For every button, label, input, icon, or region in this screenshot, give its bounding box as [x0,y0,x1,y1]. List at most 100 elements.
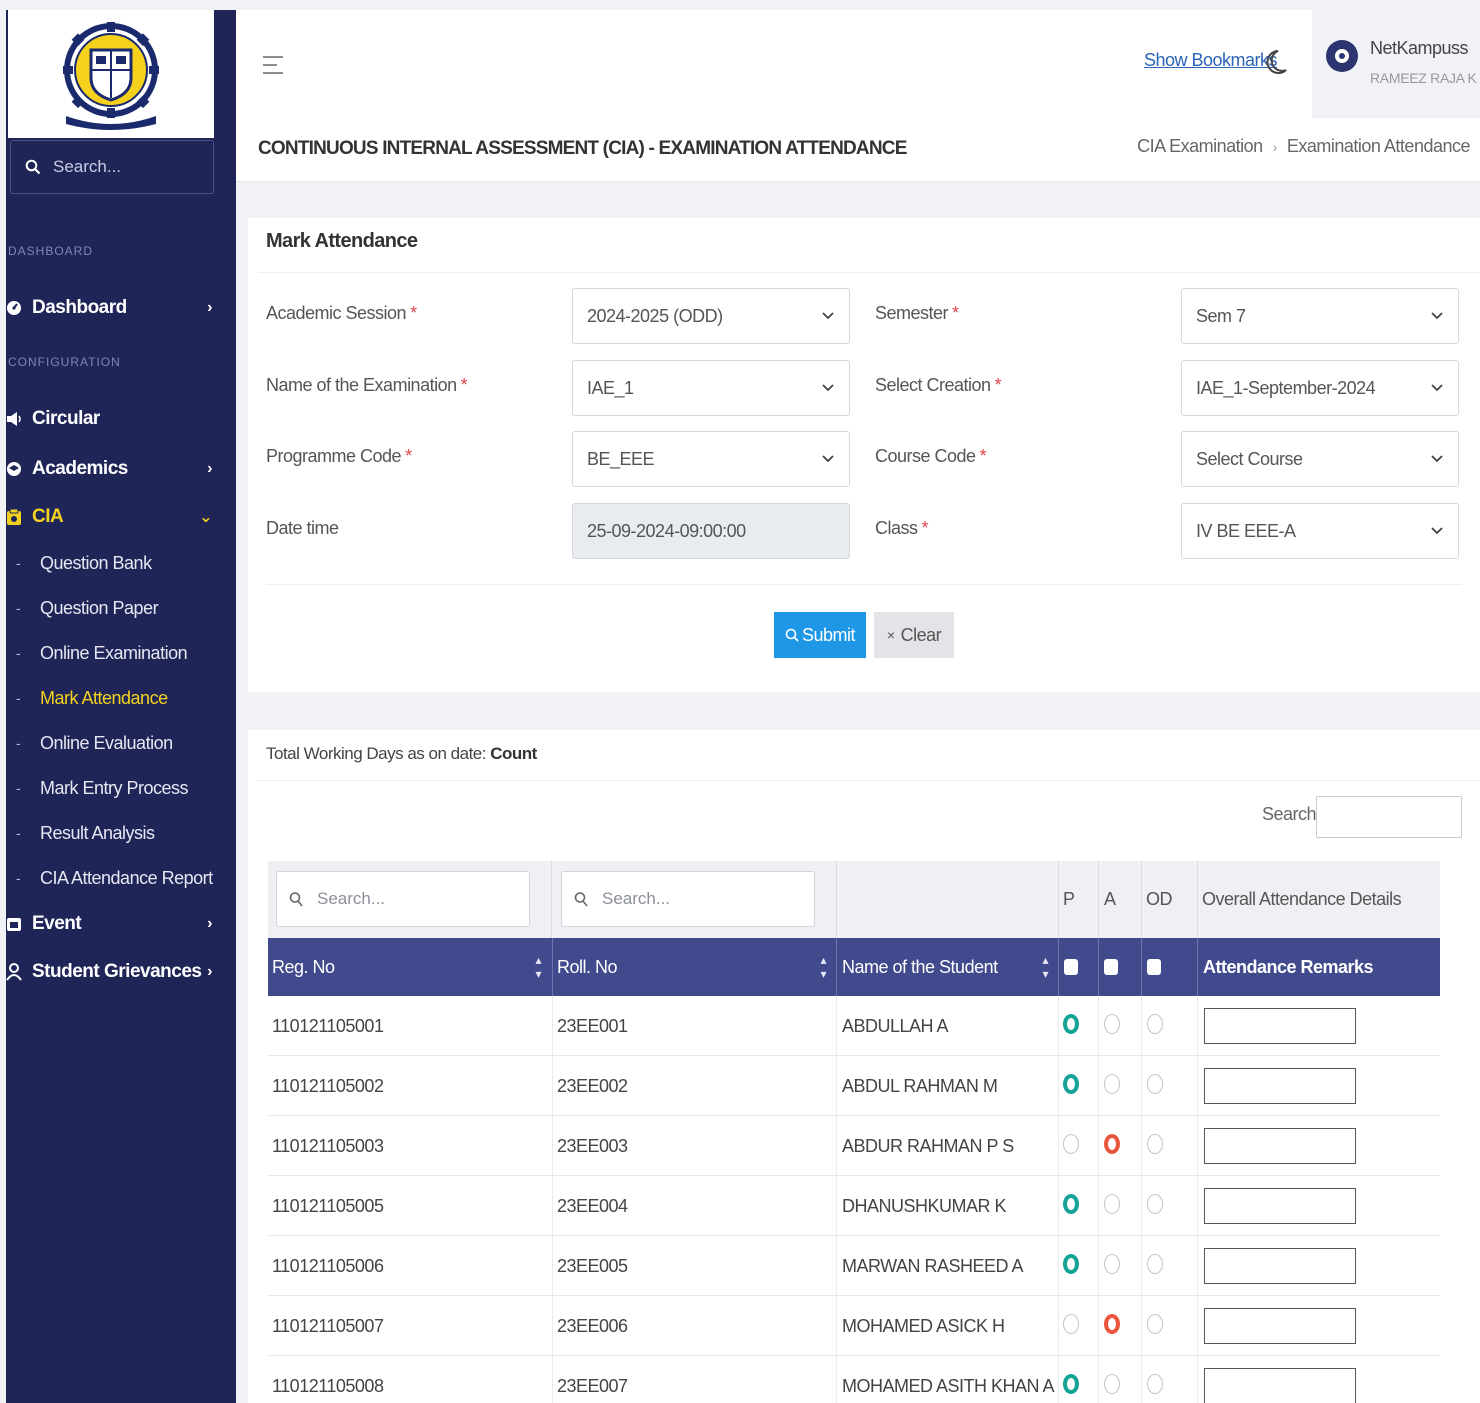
radio-a[interactable] [1104,1254,1120,1274]
od-select-all-checkbox[interactable] [1143,938,1197,996]
sidebar-item-dashboard[interactable]: Dashboard › [6,290,222,326]
roll-no-filter-input[interactable]: Search... [561,871,815,927]
sidebar-item-cia[interactable]: CIA ⌄ [6,499,222,535]
sidebar-subitem-question-bank[interactable]: - Question Bank [16,548,222,578]
name-column-header[interactable]: Name of the Student ▴ ▾ [838,938,1058,996]
radio-od[interactable] [1147,1314,1163,1334]
divider [1141,938,1142,996]
dark-mode-moon-icon[interactable] [1264,48,1288,81]
divider [836,938,837,996]
radio-od[interactable] [1147,1254,1163,1274]
card-title: Mark Attendance [266,230,418,252]
radio-od[interactable] [1147,1374,1163,1394]
radio-p[interactable] [1063,1374,1079,1394]
radio-p[interactable] [1063,1014,1079,1034]
sidebar-subitem-online-examination[interactable]: - Online Examination [16,638,222,668]
class-select[interactable]: IV BE EEE-A [1181,503,1459,559]
divider [552,1296,553,1356]
divider [836,1176,837,1236]
table-search-input[interactable] [1316,796,1462,838]
academic-session-select[interactable]: 2024-2025 (ODD) [572,288,850,344]
radio-a[interactable] [1104,1014,1120,1034]
radio-a[interactable] [1104,1074,1120,1094]
sidebar-subitem-question-paper[interactable]: - Question Paper [16,593,222,623]
attendance-remarks-input[interactable] [1204,1188,1356,1224]
user-icon [6,963,30,981]
select-creation-select[interactable]: IAE_1-September-2024 [1181,360,1459,416]
submit-label: Submit [801,624,856,645]
radio-p[interactable] [1063,1254,1079,1274]
divider [1197,996,1198,1056]
divider [1058,1116,1059,1176]
reg-no-cell: 110121105002 [272,1075,384,1096]
programme-code-select[interactable]: BE_EEE [572,431,850,487]
reg-no-column-header[interactable]: Reg. No ▴ ▾ [268,938,551,996]
sidebar-subitem-label: Online Evaluation [40,732,173,753]
chevron-down-icon [1431,455,1443,463]
sidebar-item-academics[interactable]: Academics › [6,451,222,487]
reg-no-cell: 110121105006 [272,1255,384,1276]
radio-p[interactable] [1063,1314,1079,1334]
menu-toggle-icon[interactable] [262,54,284,81]
submit-button[interactable]: Submit [774,612,866,658]
radio-a[interactable] [1104,1374,1120,1394]
attendance-remarks-input[interactable] [1204,1308,1356,1344]
clear-button[interactable]: × Clear [874,612,954,658]
breadcrumb-item[interactable]: CIA Examination [1137,136,1263,156]
section-label-dashboard: DASHBOARD [8,244,94,258]
radio-od[interactable] [1147,1014,1163,1034]
course-code-select[interactable]: Select Course [1181,431,1459,487]
user-name: NetKampuss [1370,38,1469,58]
chevron-down-icon [822,455,834,463]
divider [1197,1356,1198,1403]
total-working-days: Total Working Days as on date: Count [266,744,537,764]
sidebar-subitem-mark-entry-process[interactable]: - Mark Entry Process [16,773,222,803]
radio-p[interactable] [1063,1074,1079,1094]
reg-no-cell: 110121105003 [272,1135,384,1156]
divider [836,1356,837,1403]
radio-p[interactable] [1063,1194,1079,1214]
chevron-down-icon [822,312,834,320]
sidebar-subitem-cia-attendance-report[interactable]: - CIA Attendance Report [16,863,222,893]
sidebar-search[interactable]: Search... [10,140,214,194]
show-bookmarks-link[interactable]: Show Bookmarks [1144,50,1278,71]
overall-attendance-header: Overall Attendance Details [1202,889,1402,909]
attendance-remarks-input[interactable] [1204,1068,1356,1104]
table-header-row: Reg. No ▴ ▾ Roll. No ▴ ▾ Name of the Student… [268,938,1440,996]
radio-p[interactable] [1063,1134,1079,1154]
sidebar-subitem-online-evaluation[interactable]: - Online Evaluation [16,728,222,758]
checkbox [1104,959,1118,975]
radio-od[interactable] [1147,1074,1163,1094]
user-profile[interactable]: NetKampuss RAMEEZ RAJA K [1312,10,1480,118]
sidebar-item-event[interactable]: Event › [6,906,222,942]
attendance-remarks-input[interactable] [1204,1128,1356,1164]
sidebar-subitem-mark-attendance[interactable]: - Mark Attendance [16,683,222,713]
radio-a[interactable] [1104,1194,1120,1214]
roll-no-column-header[interactable]: Roll. No ▴ ▾ [553,938,836,996]
radio-a[interactable] [1104,1314,1120,1334]
reg-no-cell: 110121105005 [272,1195,384,1216]
attendance-remarks-input[interactable] [1204,1008,1356,1044]
divider [552,1056,553,1116]
a-select-all-checkbox[interactable] [1100,938,1140,996]
semester-select[interactable]: Sem 7 [1181,288,1459,344]
radio-od[interactable] [1147,1134,1163,1154]
attendance-remarks-input[interactable] [1204,1248,1356,1284]
p-select-all-checkbox[interactable] [1060,938,1098,996]
sidebar-item-circular[interactable]: Circular [6,401,222,437]
exam-name-select[interactable]: IAE_1 [572,360,850,416]
reg-no-cell: 110121105008 [272,1375,384,1396]
radio-a[interactable] [1104,1134,1120,1154]
divider [1197,1116,1198,1176]
student-name-cell: MOHAMED ASICK H [842,1315,1005,1336]
sidebar-item-label: Dashboard [32,297,127,318]
radio-od[interactable] [1147,1194,1163,1214]
od-header: OD [1146,889,1173,909]
sidebar-subitem-result-analysis[interactable]: - Result Analysis [16,818,222,848]
roll-no-cell: 23EE005 [557,1255,628,1276]
checkbox [1064,959,1078,975]
reg-no-filter-input[interactable]: Search... [276,871,530,927]
sidebar-item-student-grievances[interactable]: Student Grievances › [6,954,222,990]
attendance-remarks-input[interactable] [1204,1368,1356,1403]
attendance-table-card: Total Working Days as on date: Count Sea… [248,730,1480,1403]
